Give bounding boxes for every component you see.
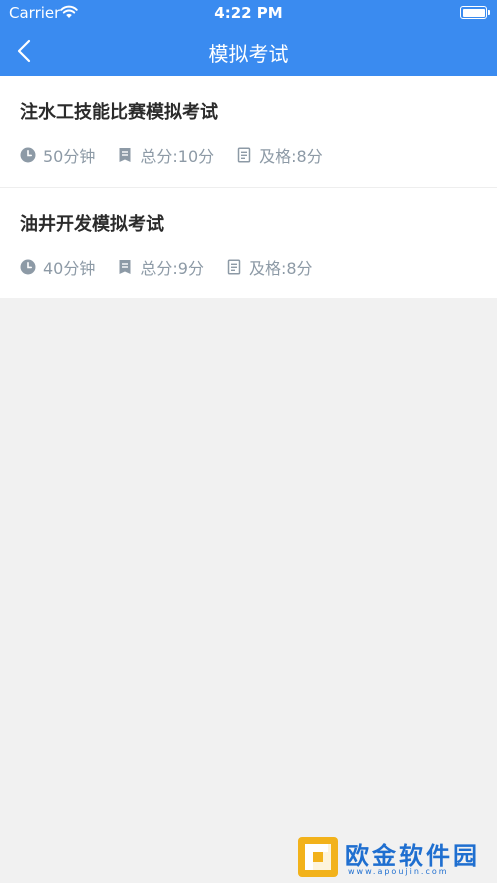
- watermark-url: www.apoujin.com: [348, 867, 449, 876]
- page-title: 模拟考试: [208, 42, 289, 66]
- clipboard-icon: [237, 147, 251, 163]
- clipboard-icon: [227, 259, 241, 275]
- exam-total-score: 总分:10分: [140, 147, 215, 166]
- screen: Carrier 4:22 PM 模拟考试 注水工技能比赛模拟考试 50分钟 总分…: [0, 0, 497, 883]
- watermark: 欧金软件园 www.apoujin.com: [298, 834, 491, 880]
- exam-duration: 40分钟: [43, 259, 96, 278]
- document-icon: [119, 260, 131, 274]
- navigation-bar: 模拟考试: [0, 26, 497, 76]
- exam-title: 注水工技能比赛模拟考试: [20, 102, 218, 123]
- watermark-name: 欧金软件园: [345, 842, 480, 870]
- exam-meta: 40分钟 总分:9分 及格:8分: [20, 256, 335, 278]
- exam-pass-score: 及格:8分: [248, 259, 313, 278]
- exam-meta: 50分钟 总分:10分 及格:8分: [20, 144, 345, 166]
- clock-icon: [20, 147, 36, 163]
- exam-title: 油井开发模拟考试: [20, 214, 164, 235]
- exam-duration: 50分钟: [43, 147, 96, 166]
- exam-pass-score: 及格:8分: [259, 147, 323, 166]
- status-time: 4:22 PM: [214, 4, 283, 22]
- status-bar: Carrier 4:22 PM: [0, 0, 497, 26]
- clock-icon: [20, 259, 36, 275]
- exam-list: 注水工技能比赛模拟考试 50分钟 总分:10分 及格:8分 油井开发模拟考试 4…: [0, 76, 497, 298]
- battery-icon: [460, 6, 490, 19]
- exam-list-item[interactable]: 注水工技能比赛模拟考试 50分钟 总分:10分 及格:8分: [0, 76, 497, 187]
- exam-list-item[interactable]: 油井开发模拟考试 40分钟 总分:9分 及格:8分: [0, 187, 497, 298]
- document-icon: [119, 148, 131, 162]
- exam-total-score: 总分:9分: [140, 259, 204, 278]
- watermark-logo-icon: [298, 837, 338, 877]
